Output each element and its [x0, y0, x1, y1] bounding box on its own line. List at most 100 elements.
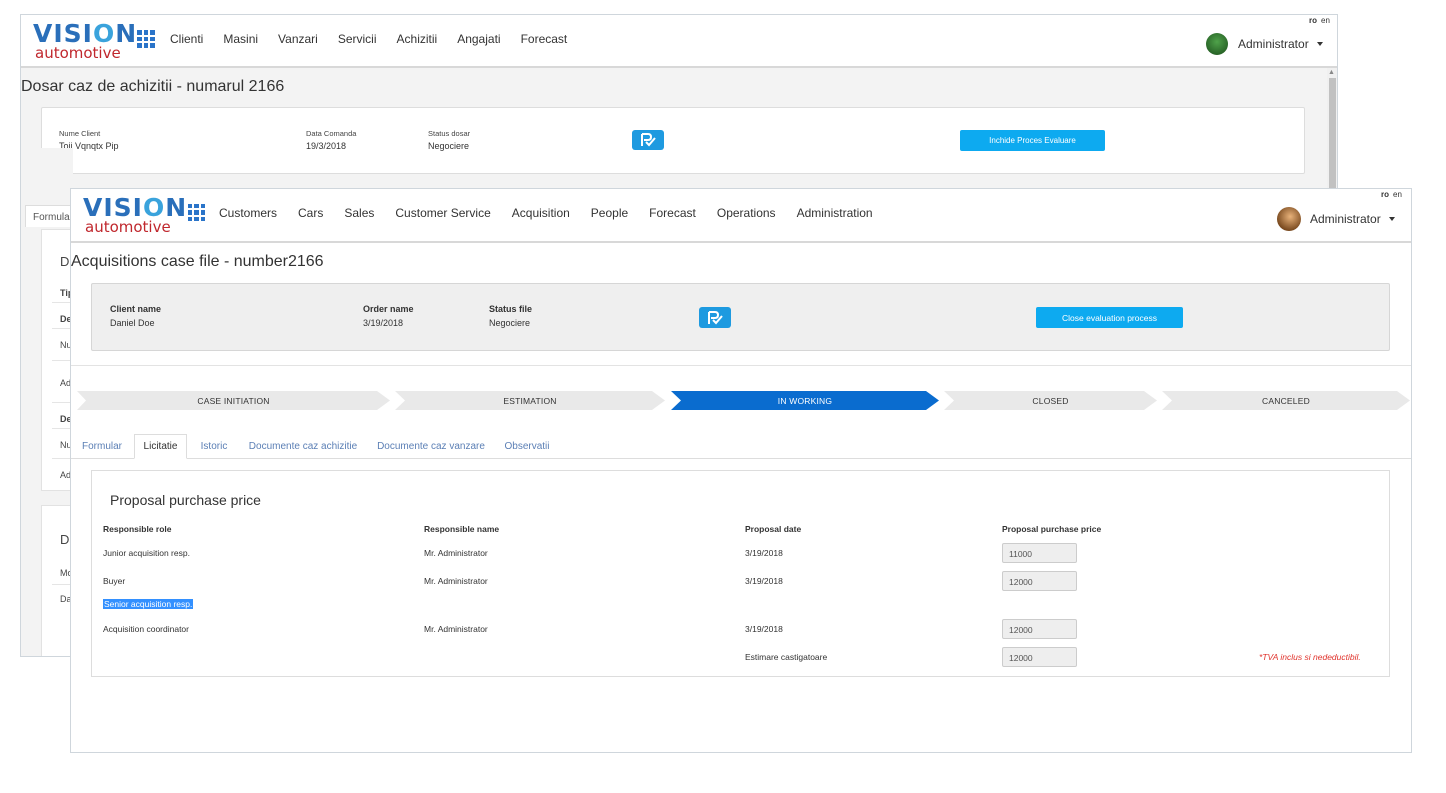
step-canceled[interactable]: CANCELED — [1162, 391, 1410, 410]
page-title: Acquisitions case file - number2166 — [71, 253, 324, 270]
col-header-name: Responsible name — [424, 524, 500, 534]
page-title: Dosar caz de achizitii - numarul 2166 — [21, 78, 285, 95]
lang-ro[interactable]: ro — [1381, 190, 1389, 199]
nav-people[interactable]: People — [591, 206, 628, 220]
nav-achizitii[interactable]: Achizitii — [397, 32, 438, 46]
user-menu[interactable]: Administrator — [1277, 207, 1395, 231]
nav-administration[interactable]: Administration — [797, 206, 873, 220]
step-label: IN WORKING — [777, 395, 833, 406]
main-nav: Customers Cars Sales Customer Service Ac… — [219, 206, 873, 220]
main-nav: Clienti Masini Vanzari Servicii Achiziti… — [170, 32, 567, 46]
order-label: Order name — [363, 304, 414, 314]
scroll-up-icon[interactable]: ▲ — [1328, 69, 1335, 76]
edit-check-icon — [708, 310, 723, 324]
apps-grid-icon[interactable] — [188, 204, 205, 221]
edit-process-button[interactable] — [699, 307, 731, 328]
language-switch: ro en — [1381, 190, 1402, 199]
step-in-working[interactable]: IN WORKING — [671, 391, 939, 410]
client-field: Client name Daniel Doe — [110, 304, 161, 328]
price-input[interactable]: 11000 — [1002, 543, 1077, 563]
close-evaluation-button[interactable]: Close evaluation process — [1036, 307, 1183, 328]
nav-masini[interactable]: Masini — [223, 32, 258, 46]
lang-ro[interactable]: ro — [1309, 16, 1317, 25]
row-name: Mr. Administrator — [424, 548, 488, 558]
nav-operations[interactable]: Operations — [717, 206, 776, 220]
step-label: CASE INITIATION — [197, 395, 270, 406]
tab-documente-vanzare[interactable]: Documente caz vanzare — [371, 434, 491, 459]
step-label: CANCELED — [1262, 395, 1310, 406]
nav-angajati[interactable]: Angajati — [457, 32, 500, 46]
nav-acquisition[interactable]: Acquisition — [512, 206, 570, 220]
price-input[interactable]: 12000 — [1002, 571, 1077, 591]
chevron-down-icon — [1316, 42, 1323, 46]
case-info-card: Client name Daniel Doe Order name 3/19/2… — [91, 283, 1390, 351]
chevron-down-icon — [1388, 217, 1395, 221]
divider — [71, 365, 1411, 366]
tab-formular[interactable]: Formular — [75, 434, 129, 459]
edit-process-button[interactable] — [632, 130, 664, 150]
nav-customer-service[interactable]: Customer Service — [395, 206, 490, 220]
status-label: Status dosar — [428, 129, 471, 138]
lang-en[interactable]: en — [1321, 16, 1330, 25]
user-name: Administrator — [1310, 212, 1381, 226]
foreground-window: VISION automotive Customers Cars Sales C… — [70, 188, 1412, 753]
tab-observatii[interactable]: Observatii — [499, 434, 555, 459]
row-role-selected: Senior acquisition resp. — [103, 599, 194, 609]
lang-en[interactable]: en — [1393, 190, 1402, 199]
client-value: Daniel Doe — [110, 318, 155, 328]
tab-istoric[interactable]: Istoric — [193, 434, 235, 459]
estimate-input[interactable]: 12000 — [1002, 647, 1077, 667]
status-field: Status file Negociere — [489, 304, 532, 328]
nav-sales[interactable]: Sales — [344, 206, 374, 220]
row-date: 3/19/2018 — [745, 576, 783, 586]
row-name: Mr. Administrator — [424, 624, 488, 634]
top-navbar: VISION automotive Customers Cars Sales C… — [71, 189, 1411, 243]
status-field: Status dosar Negociere — [428, 129, 470, 151]
step-case-initiation[interactable]: CASE INITIATION — [77, 391, 390, 410]
nav-servicii[interactable]: Servicii — [338, 32, 377, 46]
apps-grid-icon[interactable] — [137, 30, 155, 48]
step-estimation[interactable]: ESTIMATION — [395, 391, 665, 410]
process-steps: CASE INITIATION ESTIMATION IN WORKING CL… — [77, 391, 1411, 410]
row-date: 3/19/2018 — [745, 548, 783, 558]
edit-check-icon — [641, 133, 656, 147]
date-label: Data Comanda — [306, 129, 357, 138]
brand-logo[interactable]: VISION automotive — [33, 21, 137, 61]
estimate-label: Estimare castigatoare — [745, 652, 828, 662]
status-label: Status file — [489, 304, 533, 314]
nav-forecast[interactable]: Forecast — [649, 206, 696, 220]
order-value: 3/19/2018 — [363, 318, 404, 328]
avatar — [1277, 207, 1301, 231]
date-value: 19/3/2018 — [306, 141, 347, 151]
col-header-price: Proposal purchase price — [1002, 524, 1102, 534]
step-closed[interactable]: CLOSED — [944, 391, 1157, 410]
price-input[interactable]: 12000 — [1002, 619, 1077, 639]
logo-o: O — [92, 19, 116, 48]
proposal-title: Proposal purchase price — [110, 492, 261, 508]
status-value: Negociere — [489, 318, 531, 328]
brand-logo[interactable]: VISION automotive — [83, 195, 187, 235]
logo-subtext: automotive — [35, 44, 121, 62]
top-navbar: VISION automotive Clienti Masini Vanzari… — [21, 15, 1337, 68]
tab-licitatie[interactable]: Licitatie — [134, 434, 187, 459]
row-role: Junior acquisition resp. — [103, 548, 190, 558]
date-field: Data Comanda 19/3/2018 — [306, 129, 356, 151]
row-name: Mr. Administrator — [424, 576, 488, 586]
nav-forecast[interactable]: Forecast — [521, 32, 568, 46]
nav-cars[interactable]: Cars — [298, 206, 323, 220]
user-menu[interactable]: Administrator — [1206, 33, 1323, 55]
case-tabs: Formular Licitatie Istoric Documente caz… — [71, 434, 1411, 459]
tab-formular-partial[interactable]: Formular — [25, 205, 73, 227]
row-role: Buyer — [103, 576, 126, 586]
tab-documente-achizitie[interactable]: Documente caz achizitie — [243, 434, 363, 459]
nav-vanzari[interactable]: Vanzari — [278, 32, 318, 46]
nav-customers[interactable]: Customers — [219, 206, 277, 220]
row-role: Acquisition coordinator — [103, 624, 189, 634]
row-date: 3/19/2018 — [745, 624, 783, 634]
close-evaluation-button[interactable]: Inchide Proces Evaluare — [960, 130, 1105, 151]
vat-note: *TVA inclus si nedeductibil. — [1259, 652, 1361, 662]
client-label: Nume Client — [59, 129, 101, 138]
step-label: CLOSED — [1032, 395, 1069, 406]
logo-subtext: automotive — [85, 218, 171, 236]
nav-clienti[interactable]: Clienti — [170, 32, 203, 46]
